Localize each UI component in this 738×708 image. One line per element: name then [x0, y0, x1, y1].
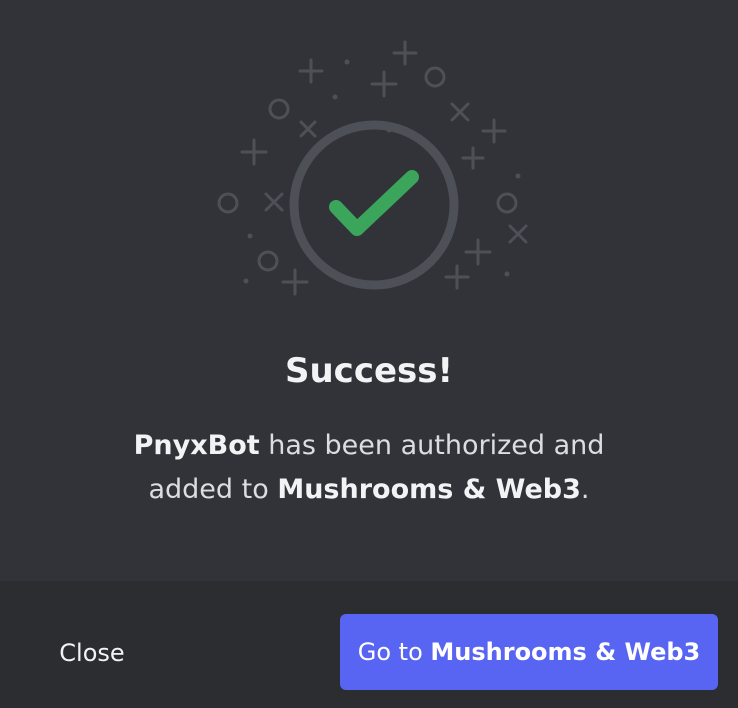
checkmark-icon [329, 170, 419, 236]
go-to-server-button[interactable]: Go to Mushrooms & Web3 [340, 614, 718, 690]
sparkle-decoration-icon [217, 40, 528, 296]
success-title: Success! [284, 351, 454, 391]
message-end: . [580, 474, 590, 505]
authorization-message: PnyxBot has been authorized and added to… [90, 424, 648, 512]
bot-name: PnyxBot [133, 430, 260, 461]
go-to-label: Go to [357, 638, 431, 666]
go-to-server-name: Mushrooms & Web3 [430, 638, 701, 666]
close-button[interactable]: Close [40, 615, 144, 691]
success-illustration [217, 40, 528, 296]
modal-footer: Close Go to Mushrooms & Web3 [0, 581, 738, 708]
success-modal: Success! PnyxBot has been authorized and… [0, 0, 738, 708]
server-name: Mushrooms & Web3 [277, 474, 581, 505]
